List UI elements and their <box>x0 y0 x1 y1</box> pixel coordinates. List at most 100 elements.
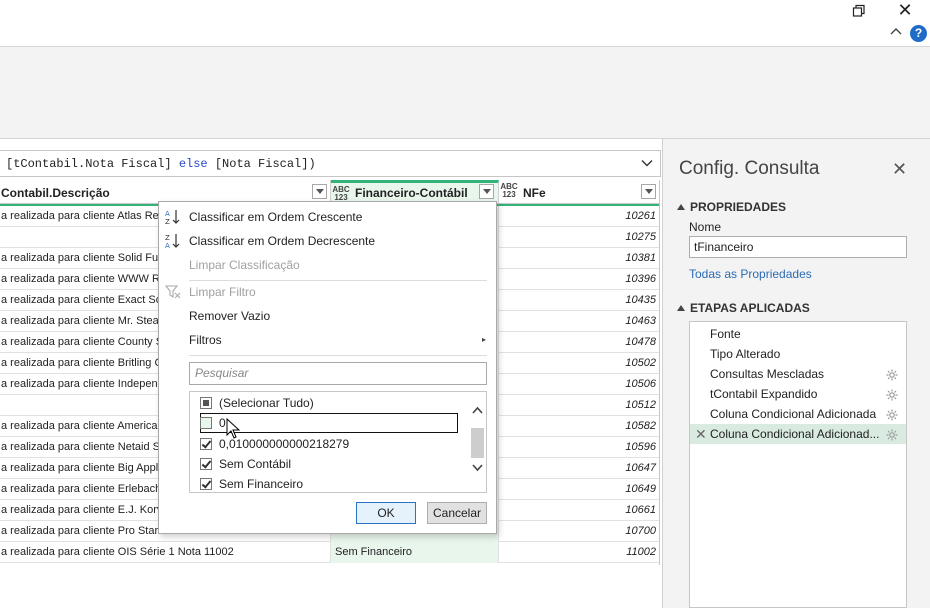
cell-nfe[interactable]: 10502 <box>499 353 659 374</box>
filter-search-input[interactable]: Pesquisar <box>189 362 487 385</box>
filter-values-list[interactable]: (Selecionar Tudo) 0 0,010000000000218279… <box>189 391 487 493</box>
gear-icon[interactable] <box>886 407 898 421</box>
checkbox[interactable] <box>200 438 212 450</box>
scroll-down-icon[interactable] <box>471 460 484 474</box>
column-title: NFe <box>523 186 546 200</box>
collapse-triangle-icon <box>677 204 685 210</box>
menu-sort-ascending[interactable]: AZ Classificar em Ordem Crescente <box>159 205 496 229</box>
restore-window-icon[interactable] <box>852 4 866 18</box>
help-icon[interactable]: ? <box>910 25 927 42</box>
properties-header[interactable]: PROPRIEDADES <box>677 200 786 214</box>
filter-dropdown-icon[interactable] <box>641 184 656 199</box>
formula-part: [tContabil.Nota Fiscal] <box>6 157 179 171</box>
section-label: PROPRIEDADES <box>690 200 787 214</box>
list-item-sem-contabil[interactable]: Sem Contábil <box>190 454 468 474</box>
name-label: Nome <box>689 220 722 234</box>
menu-sort-descending[interactable]: ZA Classificar em Ordem Decrescente <box>159 229 496 253</box>
checkbox[interactable] <box>200 478 212 490</box>
cell-nfe[interactable]: 10649 <box>499 479 659 500</box>
step-coluna-condicional-1[interactable]: Coluna Condicional Adicionada <box>690 404 906 424</box>
sort-descending-icon: ZA <box>165 233 181 250</box>
list-item-sem-financeiro[interactable]: Sem Financeiro <box>190 474 468 492</box>
step-coluna-condicional-2[interactable]: ✕ Coluna Condicional Adicionad... <box>690 424 906 444</box>
menu-label: Remover Vazio <box>189 309 271 323</box>
cell-financeiro-contabil[interactable]: Sem Financeiro <box>331 542 499 563</box>
close-pane-icon[interactable]: ✕ <box>892 159 907 180</box>
checkbox[interactable] <box>200 458 212 470</box>
cell-nfe[interactable]: 10261 <box>499 206 659 227</box>
column-title: Contabil.Descrição <box>1 186 110 200</box>
any-type-icon: ABC 123 <box>500 183 518 199</box>
scroll-thumb[interactable] <box>471 428 484 458</box>
title-bar: ✕ ? <box>0 0 930 47</box>
checkbox[interactable] <box>200 417 212 429</box>
cell-nfe[interactable]: 10275 <box>499 227 659 248</box>
menu-label: Limpar Filtro <box>189 285 256 299</box>
menu-remove-empty[interactable]: Remover Vazio <box>159 304 496 328</box>
svg-text:A: A <box>165 210 170 218</box>
filter-dropdown-menu: AZ Classificar em Ordem Crescente ZA Cla… <box>158 201 497 534</box>
filter-dropdown-icon[interactable] <box>312 184 327 199</box>
column-title: Financeiro-Contábil <box>355 186 468 200</box>
list-item-select-all[interactable]: (Selecionar Tudo) <box>190 393 468 413</box>
filter-dropdown-icon[interactable] <box>479 184 494 199</box>
gear-icon[interactable] <box>886 427 898 441</box>
menu-label: Filtros <box>189 333 222 347</box>
scroll-up-icon[interactable] <box>471 404 484 418</box>
step-label: Fonte <box>710 327 741 341</box>
query-name-input[interactable]: tFinanceiro <box>689 236 907 258</box>
step-tipo-alterado[interactable]: Tipo Alterado <box>690 344 906 364</box>
cell-nfe[interactable]: 10396 <box>499 269 659 290</box>
applied-steps-list: Fonte Tipo Alterado Consultas Mescladas … <box>689 321 907 608</box>
cell-nfe[interactable]: 10478 <box>499 332 659 353</box>
cell-nfe[interactable]: 11002 <box>499 542 659 563</box>
svg-text:Z: Z <box>165 234 170 242</box>
applied-steps-header[interactable]: ETAPAS APLICADAS <box>677 301 810 315</box>
table-row[interactable]: a realizada para cliente OIS Série 1 Not… <box>0 542 659 563</box>
cell-nfe[interactable]: 10463 <box>499 311 659 332</box>
sort-ascending-icon: AZ <box>165 209 181 226</box>
cell-descricao[interactable]: a realizada para cliente OIS Série 1 Not… <box>0 542 331 563</box>
expand-formula-icon[interactable] <box>640 156 654 170</box>
cell-nfe[interactable]: 10435 <box>499 290 659 311</box>
menu-label: Classificar em Ordem Crescente <box>189 210 363 224</box>
cell-nfe[interactable]: 10512 <box>499 395 659 416</box>
delete-step-icon[interactable]: ✕ <box>695 424 707 444</box>
close-window-icon[interactable]: ✕ <box>897 1 913 19</box>
collapse-triangle-icon <box>677 305 685 311</box>
list-scrollbar[interactable] <box>469 392 486 492</box>
cell-nfe[interactable]: 10661 <box>499 500 659 521</box>
formula-text[interactable]: [tContabil.Nota Fiscal] else [Nota Fisca… <box>6 157 316 171</box>
list-item-label: (Selecionar Tudo) <box>219 396 314 410</box>
all-properties-link[interactable]: Todas as Propriedades <box>689 267 812 281</box>
menu-filters[interactable]: Filtros ▸ <box>159 328 496 352</box>
collapse-ribbon-icon[interactable] <box>889 25 903 39</box>
step-tcontabil-expandido[interactable]: tContabil Expandido <box>690 384 906 404</box>
list-item-label: 0 <box>219 416 226 430</box>
gear-icon[interactable] <box>886 387 898 401</box>
menu-clear-filter: Limpar Filtro <box>159 280 496 304</box>
step-consultas-mescladas[interactable]: Consultas Mescladas <box>690 364 906 384</box>
step-label: tContabil Expandido <box>710 387 818 401</box>
cancel-button[interactable]: Cancelar <box>427 502 487 524</box>
cell-nfe[interactable]: 10700 <box>499 521 659 542</box>
ribbon <box>0 47 930 139</box>
mouse-cursor-icon <box>226 417 241 440</box>
cell-nfe[interactable]: 10381 <box>499 248 659 269</box>
menu-separator <box>189 355 487 356</box>
menu-clear-sort: Limpar Classificação <box>159 253 496 277</box>
step-fonte[interactable]: Fonte <box>690 324 906 344</box>
cell-nfe[interactable]: 10506 <box>499 374 659 395</box>
column-header-nfe[interactable]: ABC 123 NFe <box>499 180 659 204</box>
cell-nfe[interactable]: 10582 <box>499 416 659 437</box>
step-label: Coluna Condicional Adicionada <box>710 407 877 421</box>
formula-bar[interactable]: [tContabil.Nota Fiscal] else [Nota Fisca… <box>0 150 661 177</box>
ok-button[interactable]: OK <box>356 502 416 524</box>
cell-nfe[interactable]: 10647 <box>499 458 659 479</box>
menu-label: Limpar Classificação <box>189 258 300 272</box>
clear-filter-icon <box>164 284 181 300</box>
step-label: Coluna Condicional Adicionad... <box>710 427 880 441</box>
checkbox[interactable] <box>200 397 212 409</box>
gear-icon[interactable] <box>886 367 898 381</box>
cell-nfe[interactable]: 10596 <box>499 437 659 458</box>
